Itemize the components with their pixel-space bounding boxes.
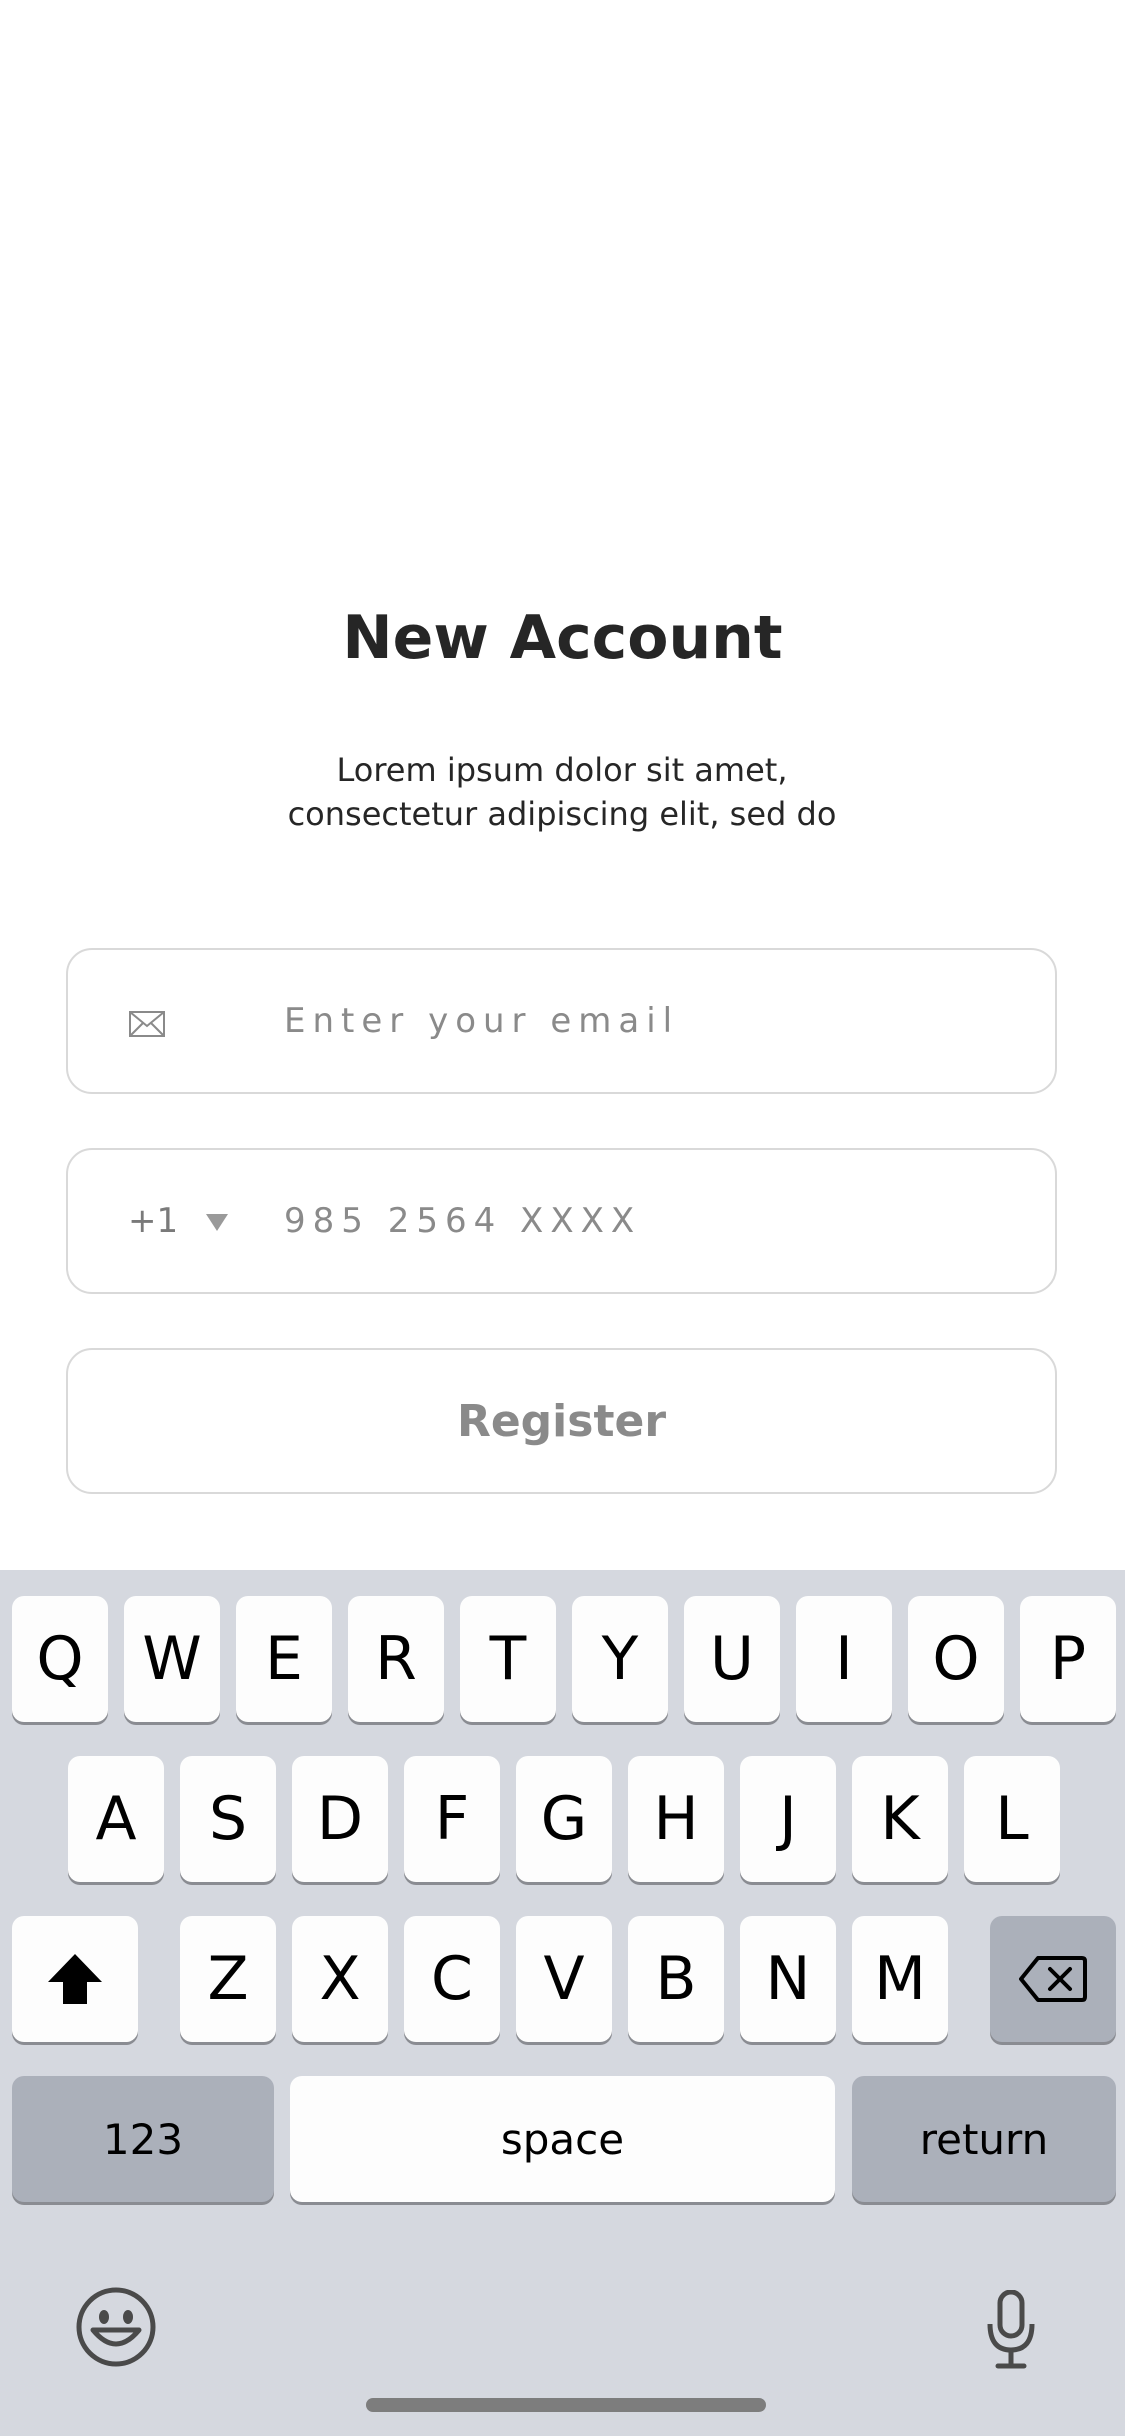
return-key[interactable]: return <box>852 2076 1116 2202</box>
key-a[interactable]: A <box>68 1756 164 1882</box>
key-b[interactable]: B <box>628 1916 724 2042</box>
key-z[interactable]: Z <box>180 1916 276 2042</box>
key-r[interactable]: R <box>348 1596 444 1722</box>
page-title: New Account <box>342 603 783 673</box>
key-p[interactable]: P <box>1020 1596 1116 1722</box>
emoji-icon[interactable] <box>75 2286 157 2368</box>
key-l[interactable]: L <box>964 1756 1060 1882</box>
numbers-key[interactable]: 123 <box>12 2076 274 2202</box>
key-n[interactable]: N <box>740 1916 836 2042</box>
key-h[interactable]: H <box>628 1756 724 1882</box>
key-i[interactable]: I <box>796 1596 892 1722</box>
phone-input[interactable] <box>284 1150 1004 1292</box>
phone-field[interactable]: +1 <box>66 1148 1057 1294</box>
shift-icon <box>48 1954 102 2004</box>
key-c[interactable]: C <box>404 1916 500 2042</box>
key-g[interactable]: G <box>516 1756 612 1882</box>
email-input[interactable] <box>284 950 1004 1092</box>
key-e[interactable]: E <box>236 1596 332 1722</box>
key-x[interactable]: X <box>292 1916 388 2042</box>
key-f[interactable]: F <box>404 1756 500 1882</box>
on-screen-keyboard: QWERTYUIOP ASDFGHJKL ZXCVBNM 123 space r… <box>0 1570 1125 2436</box>
microphone-icon[interactable] <box>986 2290 1036 2370</box>
delete-key[interactable] <box>990 1916 1116 2042</box>
email-field[interactable] <box>66 948 1057 1094</box>
key-u[interactable]: U <box>684 1596 780 1722</box>
key-o[interactable]: O <box>908 1596 1004 1722</box>
key-q[interactable]: Q <box>12 1596 108 1722</box>
register-button[interactable]: Register <box>66 1348 1057 1494</box>
shift-key[interactable] <box>12 1916 138 2042</box>
envelope-icon <box>129 1011 165 1037</box>
caret-down-icon[interactable] <box>206 1214 228 1231</box>
key-k[interactable]: K <box>852 1756 948 1882</box>
register-button-label: Register <box>456 1395 667 1447</box>
subtitle-line-2: consectetur adipiscing elit, sed do <box>287 795 837 833</box>
page-subtitle: Lorem ipsum dolor sit amet, consectetur … <box>262 748 862 836</box>
key-t[interactable]: T <box>460 1596 556 1722</box>
key-s[interactable]: S <box>180 1756 276 1882</box>
key-v[interactable]: V <box>516 1916 612 2042</box>
space-key[interactable]: space <box>290 2076 835 2202</box>
country-code[interactable]: +1 <box>128 1200 178 1242</box>
key-j[interactable]: J <box>740 1756 836 1882</box>
subtitle-line-1: Lorem ipsum dolor sit amet, <box>336 751 788 789</box>
backspace-icon <box>1019 1956 1087 2002</box>
home-indicator[interactable] <box>366 2398 766 2412</box>
key-m[interactable]: M <box>852 1916 948 2042</box>
key-w[interactable]: W <box>124 1596 220 1722</box>
key-y[interactable]: Y <box>572 1596 668 1722</box>
key-d[interactable]: D <box>292 1756 388 1882</box>
